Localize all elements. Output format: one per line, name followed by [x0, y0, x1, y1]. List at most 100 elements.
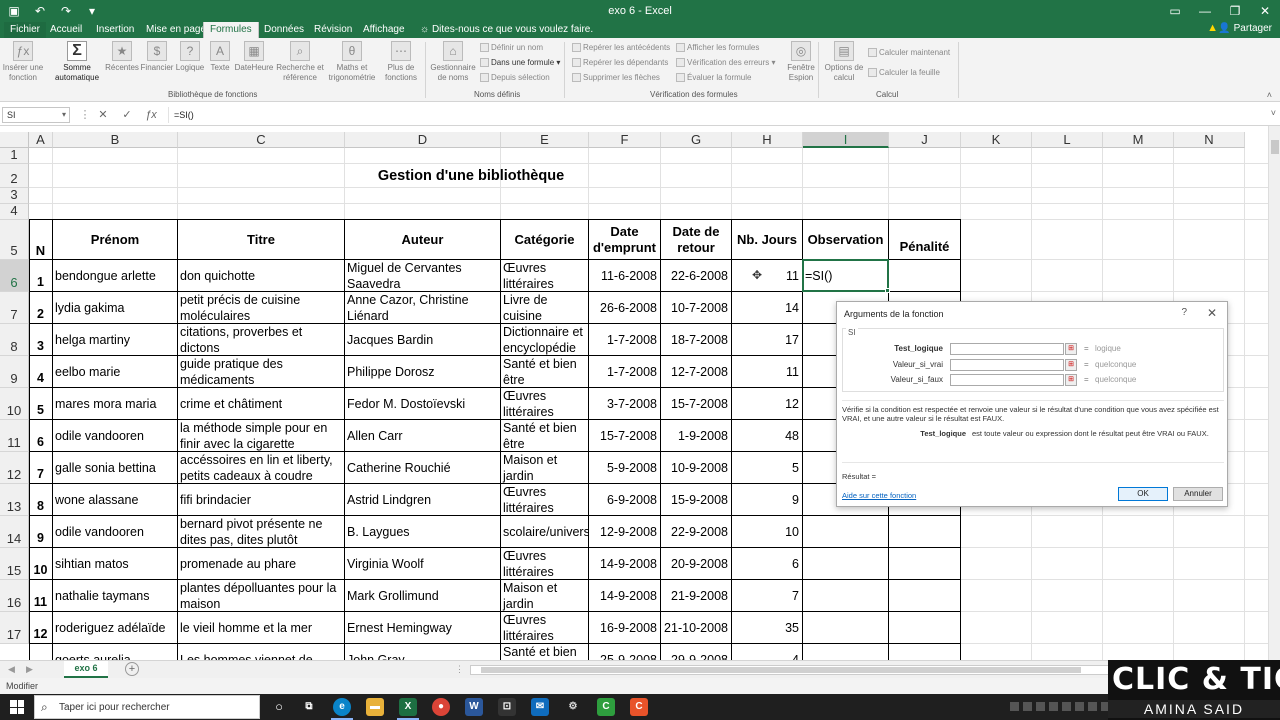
help-icon[interactable]: ?: [1181, 307, 1187, 318]
minimize-icon[interactable]: —: [1190, 0, 1220, 22]
header-penalite[interactable]: Pénalité: [889, 220, 961, 260]
word-icon[interactable]: W: [465, 698, 483, 716]
row-header-15[interactable]: 15: [0, 548, 29, 580]
scroll-thumb[interactable]: [481, 667, 1081, 673]
cancel-button[interactable]: Annuler: [1173, 487, 1223, 501]
cell-obs[interactable]: [803, 612, 889, 644]
more-functions-button[interactable]: ⋯ Plus de fonctions: [380, 41, 422, 83]
row-header-13[interactable]: 13: [0, 484, 29, 516]
column-header-e[interactable]: E: [501, 132, 589, 148]
row-header-1[interactable]: 1: [0, 147, 29, 164]
cell-jours[interactable]: 9: [732, 484, 803, 516]
cell-emprunt[interactable]: 3-7-2008: [589, 388, 661, 420]
cell-n[interactable]: 9: [29, 516, 53, 548]
column-header-h[interactable]: H: [732, 132, 803, 148]
cell-penalite[interactable]: [889, 580, 961, 612]
cell-auteur[interactable]: Anne Cazor, Christine Liénard: [345, 292, 501, 324]
column-header-g[interactable]: G: [661, 132, 732, 148]
valeur-si-faux-input[interactable]: [950, 374, 1064, 386]
cell-categorie[interactable]: Santé et bien être: [501, 356, 589, 388]
cell-titre[interactable]: fifi brindacier: [178, 484, 345, 516]
cell-obs[interactable]: [803, 548, 889, 580]
column-header-n[interactable]: N: [1174, 132, 1245, 148]
tab-affichage[interactable]: Affichage: [357, 22, 411, 38]
cell-categorie[interactable]: Maison et jardin: [501, 452, 589, 484]
cell-prenom[interactable]: sihtian matos: [53, 548, 178, 580]
tell-me-search[interactable]: ☼ Dites-nous ce que vous voulez faire.: [414, 22, 599, 38]
cell-auteur[interactable]: Virginia Woolf: [345, 548, 501, 580]
insert-function-button[interactable]: ƒx Insérer une fonction: [2, 41, 44, 83]
store-icon[interactable]: ⊡: [498, 698, 516, 716]
vertical-scrollbar[interactable]: [1268, 126, 1280, 660]
column-header-b[interactable]: B: [53, 132, 178, 148]
cell-auteur[interactable]: Allen Carr: [345, 420, 501, 452]
cell-categorie[interactable]: Œuvres littéraires: [501, 484, 589, 516]
cell-jours[interactable]: 11: [732, 356, 803, 388]
settings-icon[interactable]: ⚙: [564, 698, 582, 716]
cell-auteur[interactable]: Ernest Hemingway: [345, 612, 501, 644]
cell-retour[interactable]: 1-9-2008: [661, 420, 732, 452]
cell-n[interactable]: 12: [29, 612, 53, 644]
cell-categorie[interactable]: Œuvres littéraires: [501, 548, 589, 580]
row-header-12[interactable]: 12: [0, 452, 29, 484]
select-all-corner[interactable]: [0, 132, 29, 148]
cell-auteur[interactable]: B. Laygues: [345, 516, 501, 548]
chrome-icon[interactable]: ●: [432, 698, 450, 716]
cell-auteur[interactable]: Jacques Bardin: [345, 324, 501, 356]
cell-jours[interactable]: 6: [732, 548, 803, 580]
calculate-now-button[interactable]: Calculer maintenant: [868, 48, 950, 58]
fill-handle[interactable]: [885, 288, 890, 293]
lookup-functions-button[interactable]: ⌕ Recherche et référence: [274, 41, 326, 83]
cell-prenom[interactable]: odile vandooren: [53, 516, 178, 548]
cell-n[interactable]: 7: [29, 452, 53, 484]
column-header-f[interactable]: F: [589, 132, 661, 148]
column-header-m[interactable]: M: [1103, 132, 1174, 148]
chevron-down-icon[interactable]: ▾: [62, 108, 66, 122]
trace-dependents-button[interactable]: Repérer les dépendants: [572, 58, 668, 68]
cell-jours[interactable]: 48: [732, 420, 803, 452]
cell-emprunt[interactable]: 14-9-2008: [589, 548, 661, 580]
cell-prenom[interactable]: goerts aurelia: [53, 644, 178, 660]
cell-categorie[interactable]: Maison et jardin: [501, 580, 589, 612]
cell-prenom[interactable]: lydia gakima: [53, 292, 178, 324]
cell-emprunt[interactable]: 5-9-2008: [589, 452, 661, 484]
header-date-emprunt[interactable]: Date d'emprunt: [589, 220, 661, 260]
financial-functions-button[interactable]: $ Financier: [140, 41, 174, 73]
row-header-11[interactable]: 11: [0, 420, 29, 452]
column-header-a[interactable]: A: [29, 132, 53, 148]
tab-insertion[interactable]: Insertion: [90, 22, 140, 38]
mail-icon[interactable]: ✉: [531, 698, 549, 716]
recorder-icon[interactable]: C: [630, 698, 648, 716]
cancel-entry-icon[interactable]: ✕: [96, 107, 110, 123]
cell-emprunt[interactable]: 12-9-2008: [589, 516, 661, 548]
cell-categorie[interactable]: Santé et bien être: [501, 420, 589, 452]
cell-n[interactable]: 1: [29, 260, 53, 292]
row-header-6[interactable]: 6: [0, 260, 29, 292]
cell-retour[interactable]: 20-9-2008: [661, 548, 732, 580]
cell-n[interactable]: 8: [29, 484, 53, 516]
confirm-entry-icon[interactable]: ✓: [120, 107, 134, 123]
cell-penalite[interactable]: [889, 644, 961, 660]
cell-jours[interactable]: 12: [732, 388, 803, 420]
cell-jours[interactable]: 10: [732, 516, 803, 548]
row-header-9[interactable]: 9: [0, 356, 29, 388]
cortana-icon[interactable]: ○: [270, 698, 288, 716]
cell-auteur[interactable]: John Gray: [345, 644, 501, 660]
tab-formules[interactable]: Formules: [203, 22, 259, 38]
cell-titre[interactable]: le vieil homme et la mer: [178, 612, 345, 644]
cell-emprunt[interactable]: 25-9-2008: [589, 644, 661, 660]
cell-auteur[interactable]: Miguel de Cervantes Saavedra: [345, 260, 501, 292]
calculation-options-button[interactable]: ▤ Options de calcul: [822, 41, 866, 83]
row-header-7[interactable]: 7: [0, 292, 29, 324]
insert-function-icon[interactable]: ƒx: [144, 107, 158, 123]
edge-icon[interactable]: e: [331, 698, 353, 720]
name-box[interactable]: SI ▾: [2, 107, 70, 123]
use-in-formula-button[interactable]: Dans une formule ▾: [480, 58, 560, 68]
cell-obs[interactable]: [803, 516, 889, 548]
next-sheet-icon[interactable]: ▶: [26, 664, 33, 675]
column-header-i[interactable]: I: [803, 132, 889, 148]
column-header-k[interactable]: K: [961, 132, 1032, 148]
prev-sheet-icon[interactable]: ◀: [8, 664, 15, 675]
cell-emprunt[interactable]: 14-9-2008: [589, 580, 661, 612]
cell-n[interactable]: 10: [29, 548, 53, 580]
